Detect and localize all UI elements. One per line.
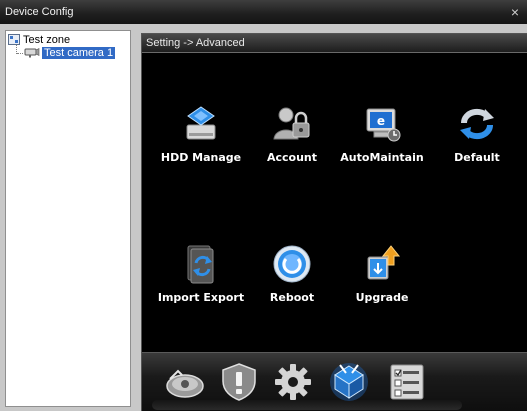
upgrade-button[interactable]: Upgrade [337, 243, 427, 304]
window-title: Device Config [5, 6, 74, 18]
dock-info-button[interactable] [386, 361, 428, 403]
automaintain-label: AutoMaintain [340, 151, 424, 164]
alarm-shield-icon [222, 363, 256, 401]
dock-alarm-button[interactable] [218, 361, 260, 403]
dock-record-button[interactable] [164, 361, 206, 403]
automaintain-button[interactable]: e AutoMaintain [337, 103, 427, 164]
zone-icon [8, 34, 20, 45]
dock-system-button[interactable] [272, 361, 314, 403]
upgrade-icon [367, 245, 401, 280]
import-export-label: Import Export [157, 291, 245, 304]
camera-icon [24, 48, 40, 58]
device-tree[interactable]: Test zone Test camera 1 [5, 30, 131, 407]
window-body: Test zone Test camera 1 Setting -> Advan… [0, 24, 527, 411]
default-label: Default [454, 151, 500, 164]
account-button[interactable]: Account [247, 103, 337, 164]
svg-text:e: e [377, 114, 385, 128]
default-icon [460, 108, 494, 140]
system-gear-icon [275, 364, 311, 400]
breadcrumb: Setting -> Advanced [142, 34, 527, 53]
tree-camera-label: Test camera 1 [42, 47, 116, 59]
upgrade-label: Upgrade [355, 291, 409, 304]
tree-node-camera[interactable]: Test camera 1 [14, 47, 116, 60]
close-icon[interactable]: × [507, 0, 523, 24]
hdd-manage-label: HDD Manage [160, 151, 242, 164]
reboot-button[interactable]: Reboot [247, 243, 337, 304]
default-button[interactable]: Default [432, 103, 522, 164]
info-list-icon [390, 364, 424, 400]
import-export-icon [187, 245, 214, 284]
account-label: Account [266, 151, 318, 164]
dock-advanced-button[interactable] [328, 361, 370, 403]
advanced-icon [330, 363, 368, 401]
window-titlebar: Device Config × [0, 0, 527, 24]
account-icon [273, 107, 310, 140]
hdd-icon [186, 106, 216, 140]
hdd-manage-button[interactable]: HDD Manage [156, 103, 246, 164]
reboot-icon [273, 245, 311, 283]
tree-zone-label: Test zone [23, 34, 71, 46]
reboot-label: Reboot [269, 291, 315, 304]
import-export-button[interactable]: Import Export [156, 243, 246, 304]
bottom-dock [142, 352, 527, 411]
automaintain-icon: e [366, 108, 401, 142]
record-icon [166, 369, 204, 398]
advanced-panel: Setting -> Advanced HDD Manage Account e… [141, 33, 527, 411]
tree-node-zone[interactable]: Test zone [8, 34, 70, 47]
